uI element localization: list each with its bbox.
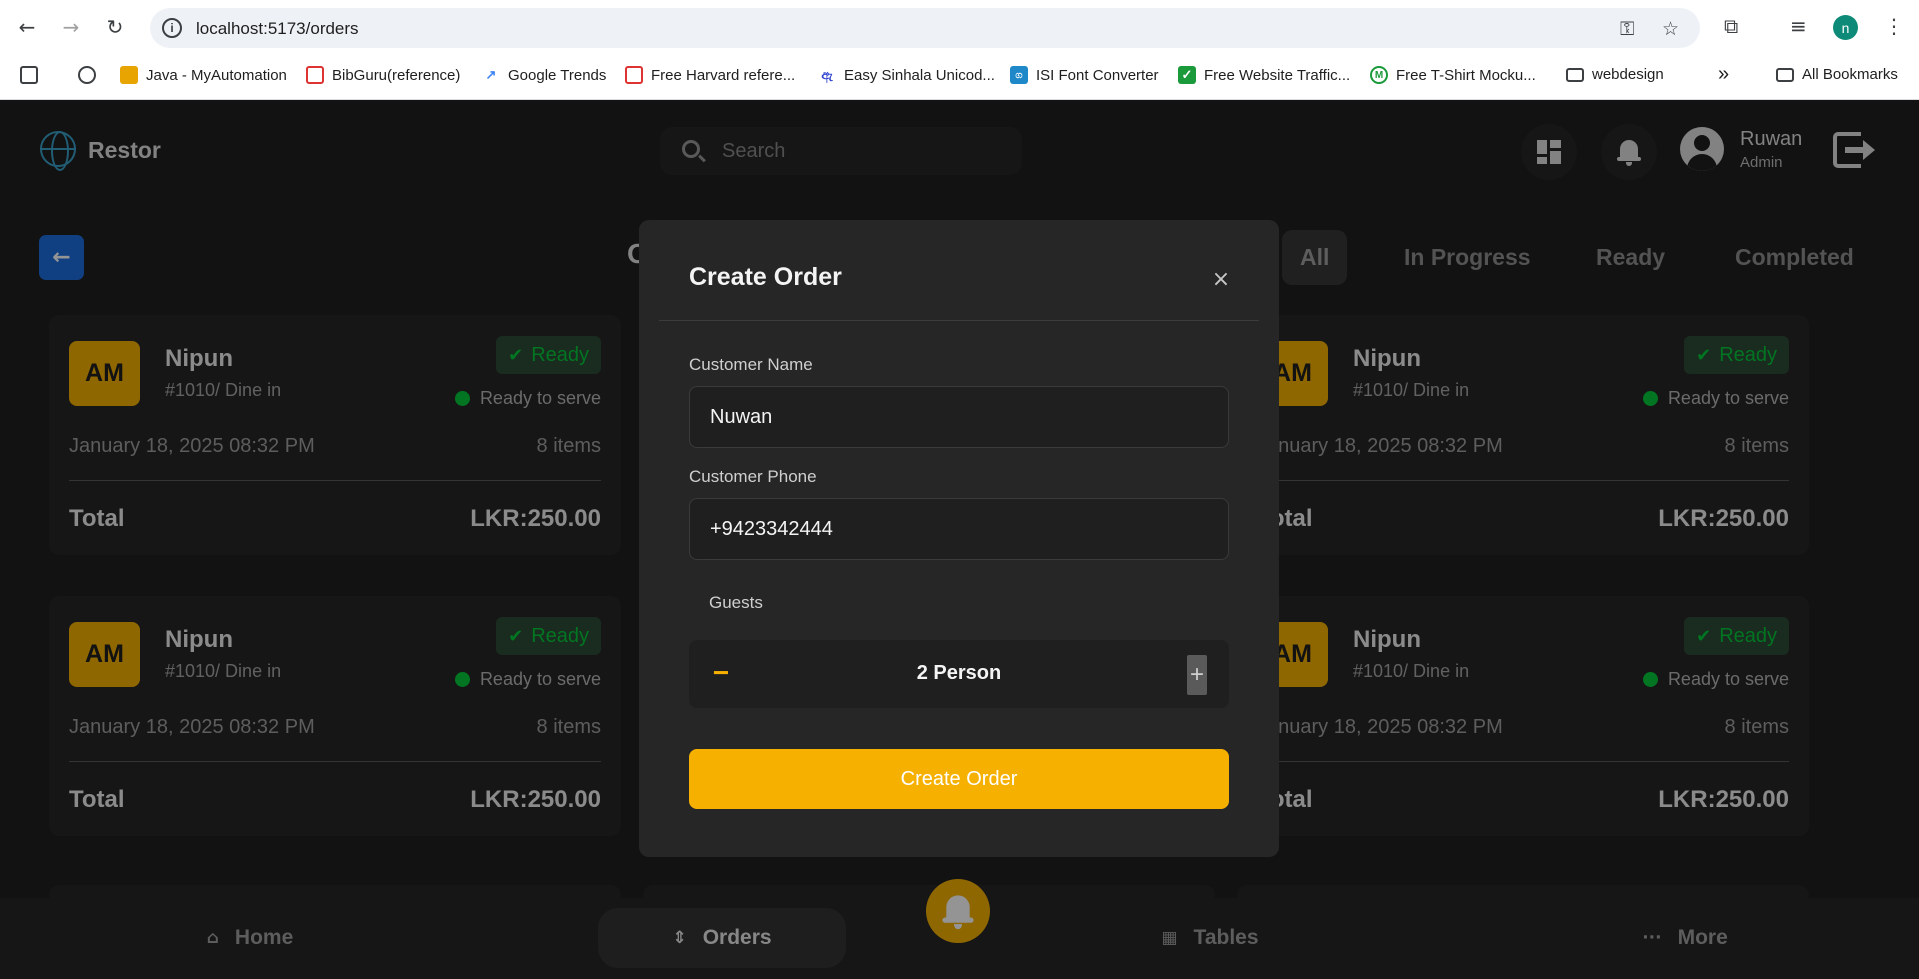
bookmark-tshirt[interactable]: M Free T-Shirt Mocku... — [1370, 66, 1536, 84]
increment-button[interactable]: + — [1187, 655, 1207, 695]
bookmark-java[interactable]: Java - MyAutomation — [120, 66, 287, 84]
customer-name-label: Customer Name — [689, 355, 813, 374]
back-arrow-icon[interactable]: ← — [12, 12, 42, 42]
reload-icon[interactable]: ↻ — [100, 12, 130, 42]
bookmark-webdesign[interactable]: webdesign — [1566, 66, 1664, 83]
folder-icon — [1776, 67, 1794, 82]
customer-name-value: Nuwan — [710, 406, 773, 428]
key-icon[interactable]: ⚿ — [1620, 18, 1634, 40]
profile-avatar[interactable]: n — [1833, 15, 1858, 40]
create-order-modal: Create Order × Customer Name Nuwan Custo… — [639, 220, 1279, 857]
more-bookmarks-chevron-icon[interactable]: » — [1718, 63, 1729, 86]
bookmark-google-trends[interactable]: ↗ Google Trends — [482, 66, 607, 84]
media-icon[interactable]: ≡ — [1790, 14, 1807, 38]
url-text[interactable]: localhost:5173/orders — [196, 19, 359, 39]
customer-name-field[interactable]: Nuwan — [689, 386, 1229, 448]
address-bar[interactable]: i localhost:5173/orders ⚿ ☆ — [150, 8, 1700, 48]
checkmark-icon: ✓ — [1178, 66, 1196, 84]
folder-icon — [1566, 67, 1584, 82]
guests-label: Guests — [709, 593, 763, 612]
trends-icon: ↗ — [485, 67, 497, 82]
sinhala-icon: ඇ — [821, 67, 833, 82]
modal-divider — [659, 320, 1259, 321]
guests-stepper: − 2 Person + — [689, 640, 1229, 708]
close-icon[interactable]: × — [1206, 264, 1236, 294]
guests-count: 2 Person — [916, 662, 1002, 684]
customer-phone-field[interactable]: +9423342444 — [689, 498, 1229, 560]
modal-title: Create Order — [689, 263, 842, 291]
create-order-button[interactable]: Create Order — [689, 749, 1229, 809]
font-converter-icon: ග — [1010, 66, 1028, 84]
book-icon — [306, 66, 324, 84]
bookmarks-bar: Java - MyAutomation BibGuru(reference) ↗… — [0, 55, 1919, 100]
globe-icon[interactable] — [78, 66, 96, 84]
browser-toolbar: ← → ↻ i localhost:5173/orders ⚿ ☆ ⧉ ≡ n … — [0, 0, 1919, 55]
bookmark-sinhala[interactable]: ඇ Easy Sinhala Unicod... — [818, 66, 995, 84]
mockup-icon: M — [1370, 66, 1388, 84]
apps-grid-icon[interactable] — [20, 66, 38, 84]
forward-arrow-icon[interactable]: → — [56, 12, 86, 42]
customer-phone-label: Customer Phone — [689, 467, 817, 486]
bookmark-bibguru[interactable]: BibGuru(reference) — [306, 66, 460, 84]
site-info-icon[interactable]: i — [162, 18, 182, 38]
bookmark-favicon-icon — [120, 66, 138, 84]
book-icon — [625, 66, 643, 84]
bookmark-harvard[interactable]: Free Harvard refere... — [625, 66, 795, 84]
menu-dots-icon[interactable]: ⋮ — [1884, 14, 1904, 38]
bookmark-isi-font[interactable]: ග ISI Font Converter — [1010, 66, 1159, 84]
star-icon[interactable]: ☆ — [1662, 18, 1679, 40]
bookmark-traffic[interactable]: ✓ Free Website Traffic... — [1178, 66, 1350, 84]
extensions-icon[interactable]: ⧉ — [1724, 14, 1738, 38]
customer-phone-value: +9423342444 — [710, 518, 833, 540]
all-bookmarks[interactable]: All Bookmarks — [1776, 66, 1898, 83]
